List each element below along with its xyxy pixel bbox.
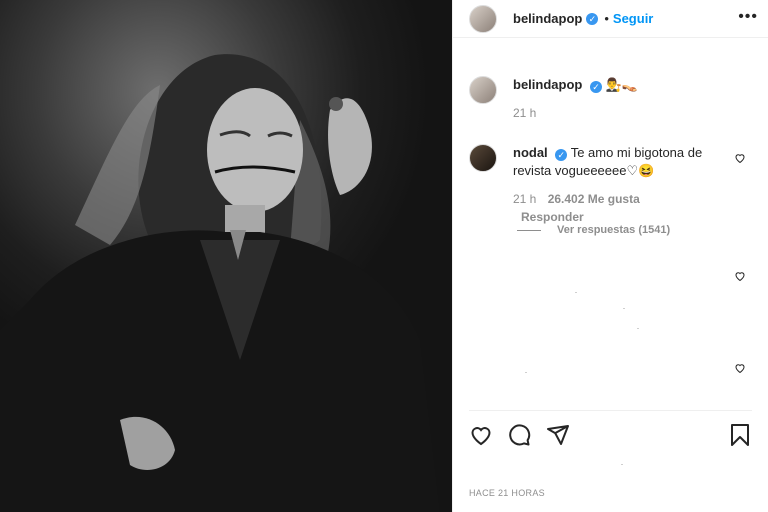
verified-badge-icon: ✓ [589, 81, 602, 93]
comment-likes[interactable]: 26.402 Me gusta [548, 192, 640, 206]
speck [623, 308, 625, 309]
verified-badge-icon: ✓ [555, 149, 568, 161]
avatar[interactable] [469, 76, 497, 104]
comment-time: 21 h [513, 192, 537, 206]
caption-time: 21 h [513, 106, 537, 120]
heart-icon[interactable] [734, 270, 746, 282]
view-replies-label: Ver respuestas (1541) [557, 224, 671, 236]
avatar[interactable] [469, 144, 497, 172]
post-side-panel: belindapop ✓ • Seguir ••• belindapop ✓ 👨… [452, 0, 768, 512]
view-replies-button[interactable]: Ver respuestas (1541) [517, 224, 670, 236]
post-photo[interactable] [0, 0, 452, 512]
speck [621, 464, 623, 465]
action-bar [469, 410, 752, 446]
avatar[interactable] [469, 4, 497, 33]
post-username[interactable]: belindapop [513, 11, 582, 26]
speck [637, 328, 639, 329]
comment-username[interactable]: nodal [513, 145, 548, 160]
heart-icon[interactable] [734, 152, 746, 164]
comment-bubble-icon[interactable] [507, 423, 531, 447]
verified-badge-icon: ✓ [586, 12, 599, 25]
bookmark-icon[interactable] [728, 423, 752, 447]
speck [575, 292, 577, 293]
post-timestamp: HACE 21 HORAS [469, 488, 545, 498]
more-options-icon[interactable]: ••• [738, 8, 758, 26]
follow-button[interactable]: Seguir [613, 11, 653, 26]
heart-icon[interactable] [734, 362, 746, 374]
post-header: belindapop ✓ • Seguir ••• [453, 0, 768, 38]
caption: belindapop ✓ 👨‍⚖️👡 21 h [469, 76, 752, 122]
paper-plane-icon[interactable] [546, 423, 570, 447]
heart-icon[interactable] [469, 423, 493, 447]
speck [525, 372, 527, 373]
caption-username[interactable]: belindapop [513, 77, 582, 92]
reply-button[interactable]: Responder [521, 210, 584, 224]
caption-emojis: 👨‍⚖️👡 [605, 77, 638, 92]
divider-line [517, 229, 541, 231]
comment: nodal ✓ Te amo mi bigotona de revista vo… [469, 144, 752, 226]
portrait-illustration [0, 54, 440, 512]
separator-dot: • [604, 11, 609, 26]
